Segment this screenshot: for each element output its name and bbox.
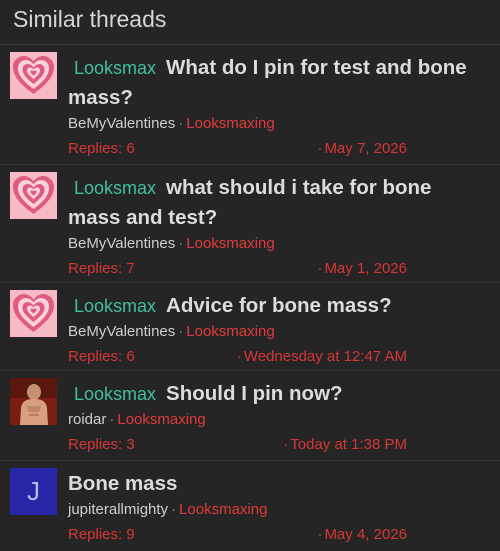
thread-forum[interactable]: Looksmaxing bbox=[117, 411, 205, 428]
thread-replies: Replies: 3 bbox=[68, 436, 135, 453]
thread-meta: jupiterallmighty · Looksmaxing bbox=[68, 501, 487, 519]
thread-date[interactable]: Today at 1:38 PM bbox=[290, 436, 407, 453]
thread-date[interactable]: May 7, 2026 bbox=[324, 140, 407, 157]
avatar-letter: J bbox=[27, 476, 40, 506]
heart-avatar[interactable] bbox=[10, 290, 57, 337]
thread-author[interactable]: BeMyValentines bbox=[68, 235, 175, 252]
thread-item[interactable]: Looksmax What do I pin for test and bone … bbox=[0, 45, 500, 165]
separator-dot: · bbox=[178, 235, 184, 252]
thread-date-wrap: · May 7, 2026 bbox=[317, 140, 407, 158]
thread-title-row[interactable]: Looksmax Advice for bone mass? bbox=[68, 291, 487, 321]
thread-author[interactable]: roidar bbox=[68, 411, 106, 428]
thread-date[interactable]: Wednesday at 12:47 AM bbox=[244, 348, 407, 365]
thread-title-row[interactable]: Bone mass bbox=[68, 469, 487, 499]
thread-title[interactable]: Should I pin now? bbox=[166, 382, 343, 405]
heart-icon bbox=[10, 172, 57, 219]
thread-item[interactable]: Looksmax Advice for bone mass? BeMyValent… bbox=[0, 283, 500, 371]
block-title: Similar threads bbox=[13, 6, 167, 32]
thread-meta: BeMyValentines · Looksmaxing bbox=[68, 235, 487, 253]
thread-author[interactable]: BeMyValentines bbox=[68, 323, 175, 340]
thread-date[interactable]: May 4, 2026 bbox=[324, 526, 407, 543]
thread-date-wrap: · May 1, 2026 bbox=[317, 260, 407, 278]
thread-date-wrap: · Wednesday at 12:47 AM bbox=[237, 348, 487, 366]
thread-title-row[interactable]: Looksmax what should i take for bone mass… bbox=[68, 173, 487, 233]
thread-forum[interactable]: Looksmaxing bbox=[186, 115, 274, 132]
thread-stats: Replies: 7 · May 1, 2026 bbox=[68, 260, 487, 278]
thread-replies: Replies: 6 bbox=[68, 140, 135, 157]
thread-title[interactable]: Bone mass bbox=[68, 472, 177, 495]
separator-dot: · bbox=[178, 115, 184, 132]
thread-meta: BeMyValentines · Looksmaxing bbox=[68, 115, 487, 133]
heart-icon bbox=[10, 52, 57, 99]
thread-date-wrap: · May 4, 2026 bbox=[317, 526, 407, 544]
thread-date[interactable]: May 1, 2026 bbox=[324, 260, 407, 277]
thread-stats: Replies: 6 · May 7, 2026 bbox=[68, 140, 487, 158]
thread-forum[interactable]: Looksmaxing bbox=[179, 501, 267, 518]
separator-dot: · bbox=[317, 260, 323, 277]
thread-stats: Replies: 9 · May 4, 2026 bbox=[68, 526, 487, 544]
thread-forum[interactable]: Looksmaxing bbox=[186, 235, 274, 252]
separator-dot: · bbox=[317, 140, 323, 157]
photo-avatar[interactable] bbox=[10, 378, 57, 425]
thread-replies: Replies: 9 bbox=[68, 526, 135, 543]
thread-forum[interactable]: Looksmaxing bbox=[186, 323, 274, 340]
thread-replies: Replies: 7 bbox=[68, 260, 135, 277]
thread-author[interactable]: jupiterallmighty bbox=[68, 501, 168, 518]
heart-avatar[interactable] bbox=[10, 52, 57, 99]
thread-meta: BeMyValentines · Looksmaxing bbox=[68, 323, 487, 341]
separator-dot: · bbox=[109, 411, 115, 428]
user-photo-icon bbox=[10, 378, 57, 425]
thread-title-row[interactable]: Looksmax What do I pin for test and bone … bbox=[68, 53, 487, 113]
thread-item[interactable]: J Bone mass jupiterallmighty · Looksmaxing… bbox=[0, 461, 500, 551]
thread-prefix[interactable]: Looksmax bbox=[74, 178, 156, 198]
separator-dot: · bbox=[178, 323, 184, 340]
thread-replies: Replies: 6 bbox=[68, 348, 135, 365]
thread-item[interactable]: Looksmax Should I pin now? roidar · Looksma… bbox=[0, 371, 500, 461]
thread-stats: Replies: 6 · Wednesday at 12:47 AM bbox=[68, 348, 487, 366]
separator-dot: · bbox=[283, 436, 289, 453]
thread-prefix[interactable]: Looksmax bbox=[74, 384, 156, 404]
thread-meta: roidar · Looksmaxing bbox=[68, 411, 487, 429]
separator-dot: · bbox=[236, 348, 242, 365]
separator-dot: · bbox=[171, 501, 177, 518]
thread-date-wrap: · Today at 1:38 PM bbox=[283, 436, 487, 454]
heart-icon bbox=[10, 290, 57, 337]
thread-prefix[interactable]: Looksmax bbox=[74, 58, 156, 78]
similar-threads-header: Similar threads bbox=[0, 0, 500, 45]
thread-title[interactable]: Advice for bone mass? bbox=[166, 294, 392, 317]
thread-title-row[interactable]: Looksmax Should I pin now? bbox=[68, 379, 487, 409]
heart-avatar[interactable] bbox=[10, 172, 57, 219]
separator-dot: · bbox=[317, 526, 323, 543]
thread-prefix[interactable]: Looksmax bbox=[74, 296, 156, 316]
thread-author[interactable]: BeMyValentines bbox=[68, 115, 175, 132]
thread-item[interactable]: Looksmax what should i take for bone mass… bbox=[0, 165, 500, 283]
letter-avatar[interactable]: J bbox=[10, 468, 57, 515]
thread-stats: Replies: 3 · Today at 1:38 PM bbox=[68, 436, 487, 454]
